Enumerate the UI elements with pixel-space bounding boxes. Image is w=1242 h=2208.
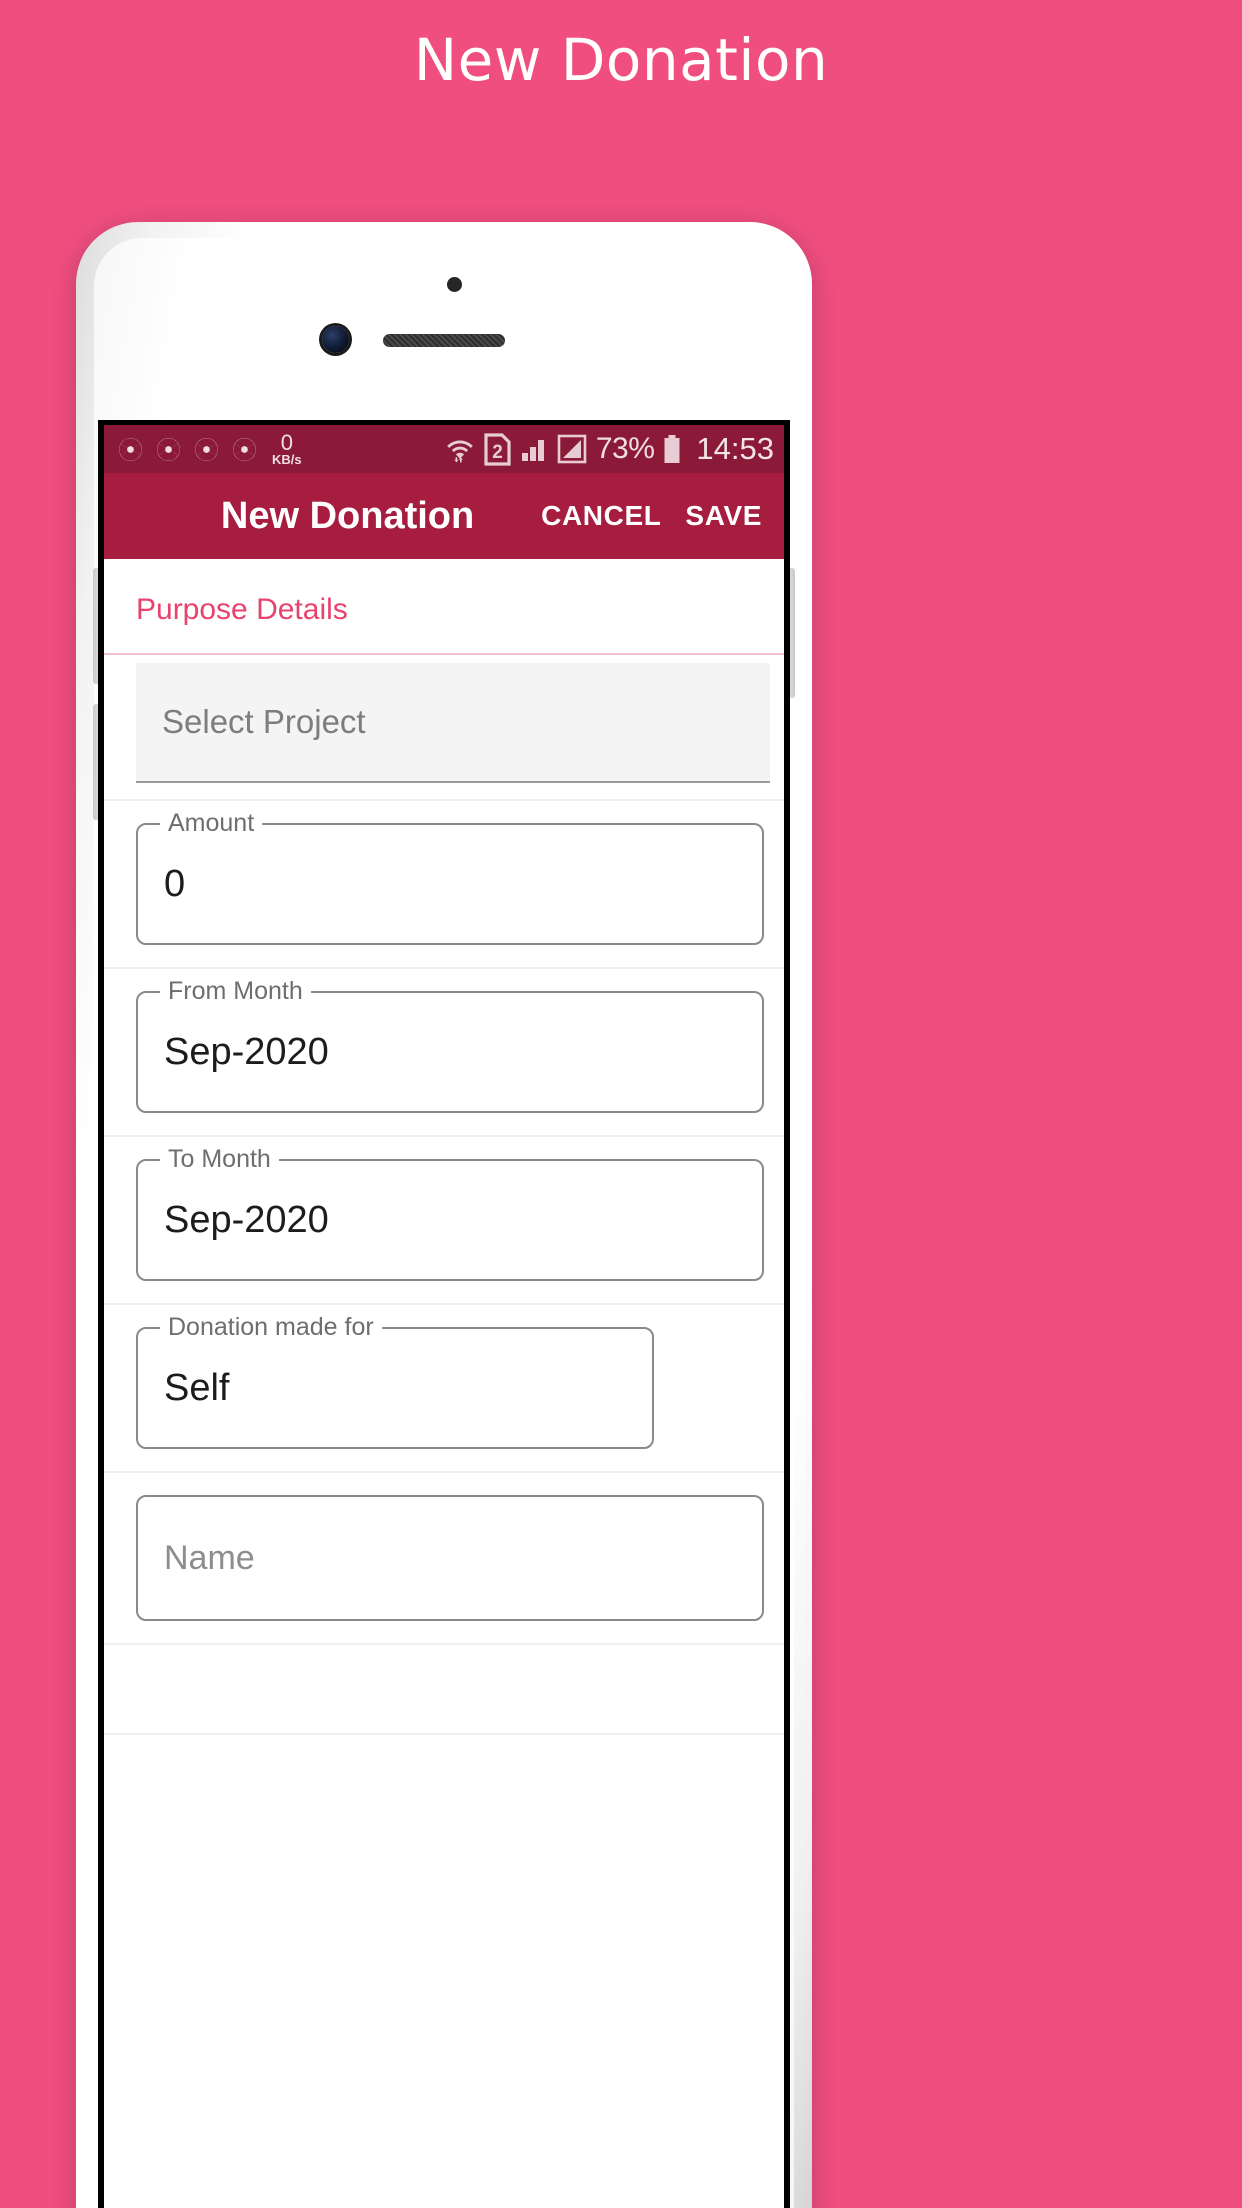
sim-slot-label: 2 bbox=[492, 442, 503, 463]
amount-input[interactable]: Amount 0 bbox=[136, 809, 764, 945]
from-month-label: From Month bbox=[160, 977, 311, 1005]
form-row-from-month: From Month Sep-2020 bbox=[104, 969, 784, 1137]
app-bar-title: New Donation bbox=[220, 494, 475, 537]
donor-name-input[interactable]: Name bbox=[136, 1495, 764, 1621]
signal-bars-icon bbox=[521, 440, 544, 461]
to-month-label: To Month bbox=[160, 1145, 279, 1173]
from-month-input[interactable]: From Month Sep-2020 bbox=[136, 977, 764, 1113]
network-speed-value: 0 bbox=[280, 430, 293, 455]
signal-bars-boxed-icon bbox=[557, 434, 587, 464]
shutter-icon bbox=[195, 437, 218, 461]
form-row-to-month: To Month Sep-2020 bbox=[104, 1137, 784, 1305]
clock-label: 14:53 bbox=[696, 431, 774, 466]
donation-form: Purpose Details Select Project Amount 0 bbox=[104, 559, 784, 1735]
earpiece-speaker bbox=[383, 334, 505, 347]
shutter-icon bbox=[119, 437, 142, 461]
page-title: New Donation bbox=[413, 26, 829, 94]
section-header-purpose-details: Purpose Details bbox=[104, 559, 784, 655]
status-bar-right: 2 73% 14:53 bbox=[445, 431, 774, 467]
phone-body: 0 KB/s 2 73% 14:53 New Donation CANCEL S… bbox=[93, 238, 795, 2208]
phone-screen: 0 KB/s 2 73% 14:53 New Donation CANCEL S… bbox=[98, 420, 790, 2208]
battery-percent-label: 73% bbox=[595, 432, 655, 465]
section-title: Purpose Details bbox=[136, 593, 348, 626]
phone-mockup: 0 KB/s 2 73% 14:53 New Donation CANCEL S… bbox=[76, 222, 812, 2208]
select-project-dropdown[interactable]: Select Project bbox=[136, 663, 770, 783]
select-project-placeholder: Select Project bbox=[162, 703, 366, 740]
form-row-select-project: Select Project bbox=[104, 663, 784, 801]
form-row-donation-made-for: Donation made for Self bbox=[104, 1305, 784, 1473]
proximity-sensor-icon bbox=[447, 277, 462, 292]
shutter-icon bbox=[233, 437, 256, 461]
form-row-amount: Amount 0 bbox=[104, 801, 784, 969]
status-bar-left: 0 KB/s bbox=[118, 432, 445, 466]
amount-value: 0 bbox=[164, 862, 186, 905]
app-bar: New Donation CANCEL SAVE bbox=[104, 473, 784, 559]
from-month-value: Sep-2020 bbox=[164, 1030, 329, 1073]
battery-icon bbox=[664, 435, 680, 463]
save-button[interactable]: SAVE bbox=[673, 490, 774, 542]
sim-card-icon: 2 bbox=[484, 432, 511, 466]
form-row-next bbox=[104, 1645, 784, 1735]
donation-made-for-label: Donation made for bbox=[160, 1313, 382, 1341]
cancel-button[interactable]: CANCEL bbox=[529, 490, 673, 542]
donation-made-for-input[interactable]: Donation made for Self bbox=[136, 1313, 654, 1449]
app-screen: 0 KB/s 2 73% 14:53 New Donation CANCEL S… bbox=[104, 425, 784, 2208]
amount-label: Amount bbox=[160, 809, 263, 837]
donor-name-placeholder: Name bbox=[164, 1538, 255, 1577]
wifi-icon bbox=[447, 440, 473, 463]
shutter-icon bbox=[157, 437, 180, 461]
front-camera-icon bbox=[322, 326, 349, 353]
network-speed-unit: KB/s bbox=[272, 452, 302, 467]
donation-made-for-value: Self bbox=[164, 1366, 230, 1409]
network-speed-indicator: 0 KB/s bbox=[272, 430, 302, 467]
form-row-donor-name: Name bbox=[104, 1473, 784, 1645]
to-month-input[interactable]: To Month Sep-2020 bbox=[136, 1145, 764, 1281]
to-month-value: Sep-2020 bbox=[164, 1198, 329, 1241]
status-bar: 0 KB/s 2 73% 14:53 bbox=[104, 425, 784, 473]
